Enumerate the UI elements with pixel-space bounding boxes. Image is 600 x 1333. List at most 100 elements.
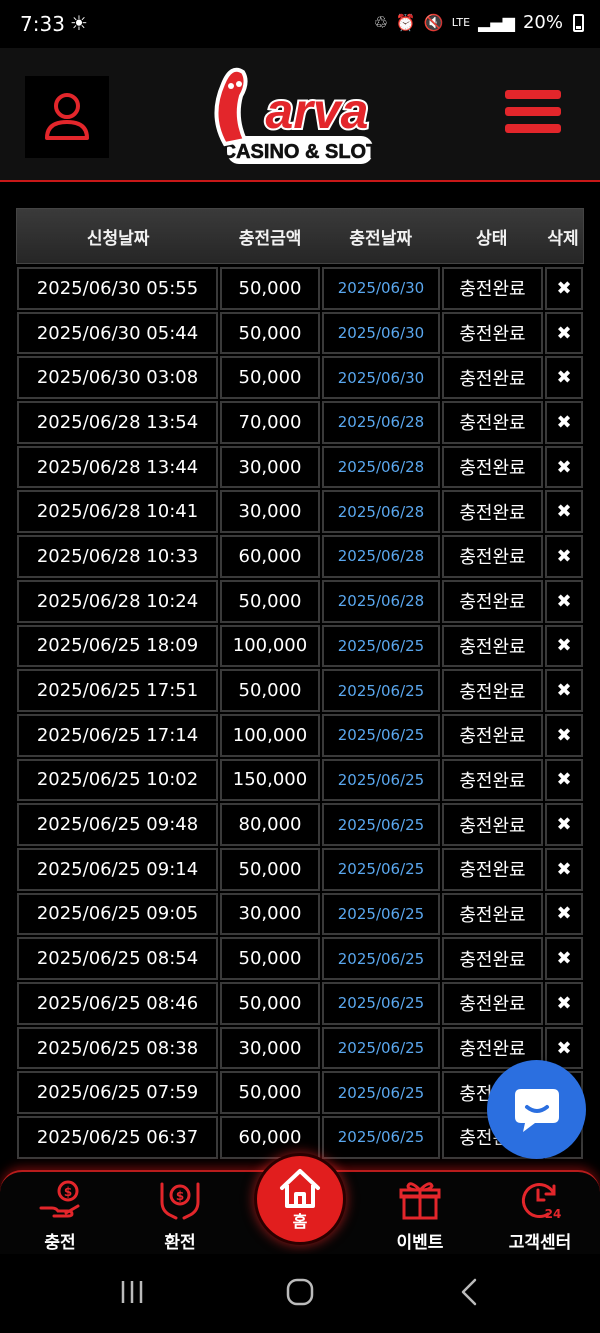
deposit-history-table: 신청날짜 충전금액 충전날짜 상태 삭제 2025/06/30 05:55 50,…	[16, 208, 584, 1160]
deposit-date-cell: 2025/06/28	[322, 445, 440, 489]
deposit-date-cell: 2025/06/25	[322, 1071, 440, 1115]
request-date-cell: 2025/06/28 10:41	[17, 490, 218, 534]
delete-button[interactable]: ✖	[545, 311, 583, 355]
amount-cell: 150,000	[220, 758, 320, 802]
amount-cell: 50,000	[220, 311, 320, 355]
delete-button[interactable]: ✖	[545, 982, 583, 1025]
table-row: 2025/06/25 10:02 150,000 2025/06/25 충전완료 ✖	[16, 758, 584, 803]
signal-icon: ▂▄▆	[478, 13, 515, 32]
header-delete: 삭제	[547, 228, 579, 249]
profile-button[interactable]	[25, 76, 109, 158]
system-navigation-bar	[0, 1254, 600, 1333]
delete-button[interactable]: ✖	[545, 669, 583, 712]
amount-cell: 50,000	[220, 847, 320, 891]
status-cell: 충전완료	[442, 803, 543, 846]
deposit-date-cell: 2025/06/25	[322, 1116, 440, 1159]
recent-apps-icon[interactable]	[118, 1278, 146, 1306]
request-date-cell: 2025/06/25 08:38	[17, 1026, 218, 1070]
svg-text:$: $	[176, 1189, 184, 1203]
amount-cell: 50,000	[220, 937, 320, 980]
battery-percent: 20%	[522, 12, 563, 33]
table-row: 2025/06/28 10:24 50,000 2025/06/28 충전완료 ✖	[16, 579, 584, 624]
nav-support[interactable]: 24 고객센터	[485, 1180, 595, 1253]
status-cell: 충전완료	[442, 758, 543, 802]
home-system-icon[interactable]	[286, 1278, 314, 1306]
amount-cell: 30,000	[220, 1026, 320, 1070]
hamburger-menu-button[interactable]	[505, 90, 561, 138]
table-row: 2025/06/28 10:33 60,000 2025/06/28 충전완료 ✖	[16, 534, 584, 579]
request-date-cell: 2025/06/25 07:59	[17, 1071, 218, 1115]
deposit-date-cell: 2025/06/25	[322, 669, 440, 712]
delete-button[interactable]: ✖	[545, 713, 583, 757]
request-date-cell: 2025/06/25 09:14	[17, 847, 218, 891]
deposit-date-cell: 2025/06/30	[322, 311, 440, 355]
amount-cell: 50,000	[220, 1071, 320, 1115]
status-cell: 충전완료	[442, 311, 543, 355]
deposit-date-cell: 2025/06/25	[322, 713, 440, 757]
header-status: 상태	[476, 228, 508, 249]
header-amount: 충전금액	[238, 228, 302, 249]
amount-cell: 100,000	[220, 624, 320, 668]
chat-button[interactable]	[487, 1060, 586, 1159]
delete-button[interactable]: ✖	[545, 535, 583, 578]
table-row: 2025/06/25 17:51 50,000 2025/06/25 충전완료 ✖	[16, 668, 584, 713]
request-date-cell: 2025/06/25 09:48	[17, 803, 218, 846]
status-cell: 충전완료	[442, 267, 543, 310]
delete-button[interactable]: ✖	[545, 356, 583, 400]
table-row: 2025/06/25 08:46 50,000 2025/06/25 충전완료 ✖	[16, 981, 584, 1026]
request-date-cell: 2025/06/25 10:02	[17, 758, 218, 802]
nav-home[interactable]: 홈	[254, 1153, 346, 1245]
nav-event[interactable]: 이벤트	[365, 1180, 475, 1253]
delete-button[interactable]: ✖	[545, 579, 583, 623]
request-date-cell: 2025/06/25 08:54	[17, 937, 218, 980]
request-date-cell: 2025/06/30 03:08	[17, 356, 218, 400]
status-cell: 충전완료	[442, 579, 543, 623]
nav-withdraw[interactable]: $ 환전	[125, 1180, 235, 1253]
delete-button[interactable]: ✖	[545, 758, 583, 802]
delete-button[interactable]: ✖	[545, 490, 583, 534]
status-cell: 충전완료	[442, 892, 543, 936]
nav-support-label: 고객센터	[508, 1233, 572, 1253]
table-row: 2025/06/25 09:05 30,000 2025/06/25 충전완료 ✖	[16, 892, 584, 937]
status-cell: 충전완료	[442, 847, 543, 891]
table-row: 2025/06/25 09:48 80,000 2025/06/25 충전완료 ✖	[16, 802, 584, 847]
delete-button[interactable]: ✖	[545, 401, 583, 444]
larva-logo[interactable]: CASINO & SLOT arva	[205, 56, 395, 174]
delete-button[interactable]: ✖	[545, 847, 583, 891]
app-header: CASINO & SLOT arva	[0, 48, 600, 182]
status-cell: 충전완료	[442, 445, 543, 489]
delete-button[interactable]: ✖	[545, 803, 583, 846]
nav-event-label: 이벤트	[396, 1233, 444, 1253]
nav-deposit[interactable]: $ 충전	[5, 1180, 115, 1253]
deposit-date-cell: 2025/06/28	[322, 401, 440, 444]
request-date-cell: 2025/06/30 05:55	[17, 267, 218, 310]
status-time: 7:33	[20, 12, 65, 36]
exchange-hands-icon: $	[160, 1182, 200, 1220]
gift-icon	[399, 1182, 441, 1220]
back-icon[interactable]	[456, 1278, 484, 1306]
amount-cell: 70,000	[220, 401, 320, 444]
alarm-icon: ⏰	[395, 13, 416, 32]
delete-button[interactable]: ✖	[545, 624, 583, 668]
amount-cell: 80,000	[220, 803, 320, 846]
delete-button[interactable]: ✖	[545, 445, 583, 489]
status-cell: 충전완료	[442, 490, 543, 534]
amount-cell: 30,000	[220, 445, 320, 489]
amount-cell: 30,000	[220, 490, 320, 534]
deposit-date-cell: 2025/06/28	[322, 490, 440, 534]
table-row: 2025/06/30 05:55 50,000 2025/06/30 충전완료 ✖	[16, 266, 584, 311]
amount-cell: 50,000	[220, 669, 320, 712]
request-date-cell: 2025/06/30 05:44	[17, 311, 218, 355]
status-bar: 7:33 ☀ ♲ ⏰ 🔇 LTE ▂▄▆ 20%	[0, 0, 600, 48]
table-row: 2025/06/30 05:44 50,000 2025/06/30 충전완료 ✖	[16, 311, 584, 356]
delete-button[interactable]: ✖	[545, 267, 583, 310]
brightness-icon: ☀	[70, 11, 88, 35]
table-row: 2025/06/28 13:44 30,000 2025/06/28 충전완료 ✖	[16, 445, 584, 490]
svg-text:$: $	[64, 1185, 72, 1199]
status-cell: 충전완료	[442, 356, 543, 400]
status-cell: 충전완료	[442, 535, 543, 578]
deposit-date-cell: 2025/06/25	[322, 803, 440, 846]
delete-button[interactable]: ✖	[545, 937, 583, 980]
deposit-date-cell: 2025/06/25	[322, 624, 440, 668]
delete-button[interactable]: ✖	[545, 892, 583, 936]
